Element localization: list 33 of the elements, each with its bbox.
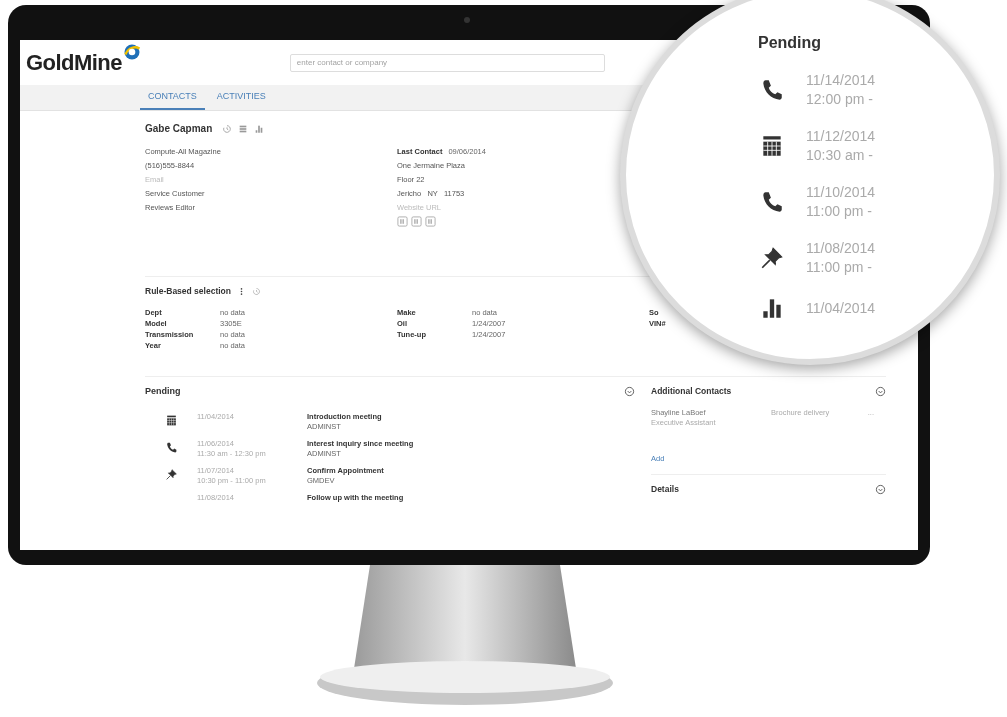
activity-time: 11:00 pm - — [806, 202, 873, 221]
calendar-icon — [164, 414, 178, 428]
activity-time: 11:00 pm - — [806, 258, 873, 277]
bar-chart-icon — [254, 123, 265, 134]
pushpin-icon — [164, 468, 178, 482]
list-icon — [238, 123, 249, 134]
app-logo: GoldMine — [26, 49, 122, 77]
activity-date: 11/08/2014 — [806, 239, 877, 258]
history-icon — [252, 286, 261, 296]
social-media-icon — [425, 216, 436, 227]
section-title: Pending — [758, 33, 823, 53]
social-media-icon — [397, 216, 408, 227]
activity-time: 10:30 am - — [806, 146, 874, 165]
section-title: Details — [651, 482, 679, 496]
activity-date: 11/04/2014 — [806, 298, 877, 318]
expand-circle-icon — [875, 385, 886, 397]
section-title: Rule-Based selection — [145, 285, 231, 298]
activity-date: 11/12/2014 — [806, 127, 877, 146]
nav-tab[interactable]: ACTIVITIES — [208, 85, 274, 110]
history-icon — [222, 123, 233, 134]
search-field[interactable]: enter contact or company — [289, 53, 605, 72]
social-media-icon — [411, 216, 422, 227]
expand-circle-icon — [624, 386, 635, 397]
contact-name: Gabe Capman — [145, 122, 213, 136]
activity-date: 11/10/2014 — [806, 183, 877, 202]
activity-date: 11/14/2014 — [806, 71, 877, 90]
section-title: Pending — [145, 384, 181, 398]
activity-time: 12:00 pm - — [806, 90, 874, 109]
section-title: Additional Contacts — [651, 384, 732, 398]
nav-tab[interactable]: CONTACTS — [140, 85, 205, 110]
expand-circle-icon — [875, 483, 886, 495]
pushpin-icon — [759, 245, 785, 271]
phone-icon — [164, 441, 178, 455]
